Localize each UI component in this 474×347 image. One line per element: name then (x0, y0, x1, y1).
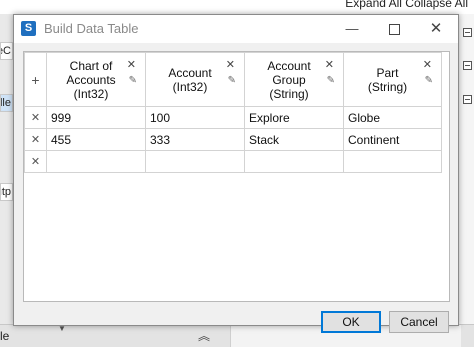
collapse-toggle-icon[interactable] (463, 28, 472, 37)
ok-button[interactable]: OK (321, 311, 381, 333)
background-left-panel: eC lle utp (0, 14, 13, 347)
column-header-label: Part (String) (367, 65, 408, 94)
background-toolbar: Expand All Collapse All (0, 0, 474, 14)
add-row-button[interactable]: + (24, 52, 47, 107)
background-left-item[interactable]: lle (0, 94, 13, 112)
table-cell[interactable]: Continent (343, 128, 442, 151)
header-row: + Chart of Accounts (Int32) ✕ ✎ Account … (24, 52, 442, 107)
edit-column-icon[interactable]: ✎ (228, 74, 236, 88)
background-bottom-label: le (0, 329, 10, 343)
data-table: + Chart of Accounts (Int32) ✕ ✎ Account … (24, 52, 442, 173)
remove-row-icon[interactable]: ✕ (24, 150, 47, 173)
table-cell[interactable] (145, 150, 245, 173)
table-cell[interactable]: Explore (244, 106, 344, 129)
background-left-item[interactable]: utp (0, 183, 13, 201)
dialog-title: Build Data Table (44, 21, 139, 36)
table-cell[interactable]: 100 (145, 106, 245, 129)
column-header: Account (Int32) ✕ ✎ (145, 52, 245, 107)
minimize-button[interactable]: — (332, 15, 372, 43)
build-data-table-dialog: S Build Data Table — ✕ + Chart of Accoun… (13, 14, 459, 333)
maximize-icon (388, 24, 400, 36)
remove-column-icon[interactable]: ✕ (127, 58, 136, 72)
remove-column-icon[interactable]: ✕ (226, 58, 235, 72)
column-header-label: Chart of Accounts (Int32) (66, 58, 116, 101)
table-cell[interactable] (46, 150, 146, 173)
remove-column-icon[interactable]: ✕ (423, 58, 432, 72)
table-cell[interactable]: 999 (46, 106, 146, 129)
edit-column-icon[interactable]: ✎ (129, 74, 137, 88)
collapse-toggle-icon[interactable] (463, 61, 472, 70)
plus-icon: + (31, 71, 40, 88)
expand-collapse-links[interactable]: Expand All Collapse All (345, 0, 468, 10)
column-header: Chart of Accounts (Int32) ✕ ✎ (46, 52, 146, 107)
app-logo-icon: S (21, 21, 36, 36)
column-header-label: Account (Int32) (168, 65, 212, 94)
table-row: ✕ 999 100 Explore Globe (24, 106, 442, 129)
background-right-panel (459, 14, 474, 347)
collapse-toggle-icon[interactable] (463, 95, 472, 104)
data-table-grid: + Chart of Accounts (Int32) ✕ ✎ Account … (23, 51, 450, 302)
table-cell[interactable] (343, 150, 442, 173)
remove-row-icon[interactable]: ✕ (24, 106, 47, 129)
column-header: Account Group (String) ✕ ✎ (244, 52, 344, 107)
edit-column-icon[interactable]: ✎ (327, 74, 335, 88)
table-cell[interactable]: 333 (145, 128, 245, 151)
table-row: ✕ 455 333 Stack Continent (24, 128, 442, 151)
remove-column-icon[interactable]: ✕ (325, 58, 334, 72)
background-left-item[interactable]: eC (0, 42, 13, 60)
dialog-titlebar[interactable]: S Build Data Table — ✕ (14, 15, 458, 43)
table-row: ✕ (24, 150, 442, 173)
table-cell[interactable]: Globe (343, 106, 442, 129)
double-chevron-up-icon[interactable]: ︽ (198, 327, 210, 344)
table-cell[interactable]: Stack (244, 128, 344, 151)
maximize-button[interactable] (374, 15, 414, 43)
column-header-label: Account Group (String) (267, 58, 311, 101)
close-button[interactable]: ✕ (416, 15, 456, 43)
table-cell[interactable]: 455 (46, 128, 146, 151)
table-cell[interactable] (244, 150, 344, 173)
cancel-button[interactable]: Cancel (389, 311, 449, 333)
column-header: Part (String) ✕ ✎ (343, 52, 442, 107)
remove-row-icon[interactable]: ✕ (24, 128, 47, 151)
edit-column-icon[interactable]: ✎ (425, 74, 433, 88)
